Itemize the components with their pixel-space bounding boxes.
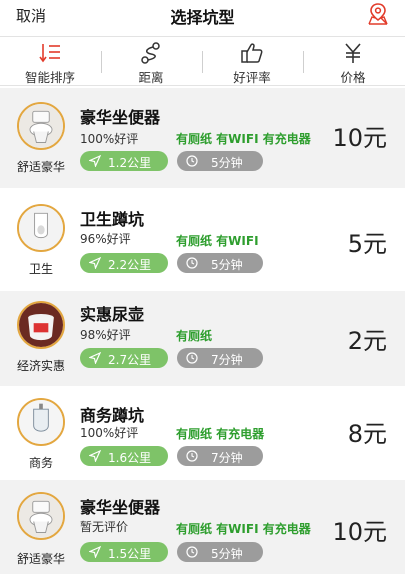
category-label: 舒适豪华 (16, 552, 65, 566)
amenities-text: 有厕纸 有充电器 (176, 427, 265, 441)
navigation-arrow-icon (89, 257, 101, 269)
category-label: 经济实惠 (16, 359, 65, 373)
amenities-text: 有厕纸 (176, 329, 213, 343)
toilet-icon (17, 102, 65, 150)
amenities-text: 有厕纸 有WIFI 有充电器 (176, 522, 311, 536)
item-name: 豪华坐便器 (80, 498, 161, 517)
page-title: 选择坑型 (170, 8, 235, 27)
clock-icon (186, 546, 198, 558)
distance-text: 1.2公里 (108, 156, 152, 170)
rating-text: 暂无评价 (80, 520, 129, 534)
distance-text: 1.5公里 (108, 547, 152, 561)
rating-text: 96%好评 (80, 232, 131, 246)
price-text: 8元 (347, 420, 387, 448)
thumbs-up-icon (241, 43, 263, 63)
price-text: 10元 (332, 518, 387, 546)
time-pill: 5分钟 (177, 542, 263, 562)
yen-icon (345, 43, 361, 63)
urinal-icon (17, 398, 65, 446)
distance-text: 1.6公里 (108, 451, 152, 465)
clock-icon (186, 155, 198, 167)
distance-text: 2.2公里 (108, 258, 152, 272)
list-item[interactable]: 卫生 卫生蹲坑 96%好评 有厕纸 有WIFI 2.2公里 5分钟 5元 (0, 190, 405, 290)
distance-pill: 1.2公里 (80, 151, 168, 171)
sort-list-icon (39, 44, 60, 63)
amenities-text: 有厕纸 有WIFI (176, 234, 259, 248)
sort-smart[interactable]: 智能排序 (0, 37, 100, 85)
sort-price[interactable]: 价格 (303, 37, 403, 85)
time-text: 5分钟 (211, 156, 243, 170)
rating-text: 98%好评 (80, 328, 131, 342)
clock-icon (186, 257, 198, 269)
distance-pill: 1.5公里 (80, 542, 168, 562)
time-pill: 5分钟 (177, 253, 263, 273)
navigation-arrow-icon (89, 546, 101, 558)
list-item[interactable]: 商务 商务蹲坑 100%好评 有厕纸 有充电器 1.6公里 7分钟 8元 (0, 386, 405, 486)
time-pill: 7分钟 (177, 446, 263, 466)
squat-toilet-icon (17, 204, 65, 252)
clock-icon (186, 450, 198, 462)
item-name: 豪华坐便器 (80, 108, 161, 127)
list-item[interactable]: 舒适豪华 豪华坐便器 暂无评价 有厕纸 有WIFI 有充电器 1.5公里 5分钟… (0, 480, 405, 574)
time-pill: 7分钟 (177, 348, 263, 368)
sort-label: 好评率 (233, 70, 271, 85)
toilet-icon (17, 492, 65, 540)
sort-label: 智能排序 (24, 70, 75, 85)
item-name: 实惠尿壶 (80, 305, 145, 324)
rating-text: 100%好评 (80, 426, 139, 440)
price-text: 2元 (347, 327, 387, 355)
category-label: 商务 (28, 456, 53, 470)
map-location-icon[interactable] (367, 2, 389, 26)
navigation-arrow-icon (89, 352, 101, 364)
nav-bar: 取消 选择坑型 (0, 0, 405, 30)
item-name: 卫生蹲坑 (80, 210, 145, 229)
price-text: 5元 (347, 230, 387, 258)
navigation-arrow-icon (89, 155, 101, 167)
time-text: 5分钟 (211, 547, 243, 561)
sort-distance[interactable]: 距离 (101, 37, 201, 85)
distance-pill: 2.2公里 (80, 253, 168, 273)
distance-pill: 2.7公里 (80, 348, 168, 368)
list-item[interactable]: 舒适豪华 豪华坐便器 100%好评 有厕纸 有WIFI 有充电器 1.2公里 5… (0, 88, 405, 188)
sort-label: 距离 (138, 70, 164, 85)
time-text: 7分钟 (211, 451, 243, 465)
rating-text: 100%好评 (80, 132, 139, 146)
chamber-pot-icon (17, 301, 65, 349)
navigation-arrow-icon (89, 450, 101, 462)
sort-bar: 智能排序 距离 好评率 价格 (0, 36, 405, 86)
list-item[interactable]: 经济实惠 实惠尿壶 98%好评 有厕纸 2.7公里 7分钟 2元 (0, 291, 405, 391)
clock-icon (186, 352, 198, 364)
distance-text: 2.7公里 (108, 353, 152, 367)
route-icon (141, 42, 160, 64)
price-text: 10元 (332, 124, 387, 152)
amenities-text: 有厕纸 有WIFI 有充电器 (176, 132, 311, 146)
time-text: 7分钟 (211, 353, 243, 367)
sort-label: 价格 (340, 70, 366, 85)
item-name: 商务蹲坑 (80, 406, 145, 425)
sort-rating[interactable]: 好评率 (202, 37, 302, 85)
category-label: 舒适豪华 (16, 160, 65, 174)
time-pill: 5分钟 (177, 151, 263, 171)
time-text: 5分钟 (211, 258, 243, 272)
distance-pill: 1.6公里 (80, 446, 168, 466)
category-label: 卫生 (28, 262, 53, 276)
